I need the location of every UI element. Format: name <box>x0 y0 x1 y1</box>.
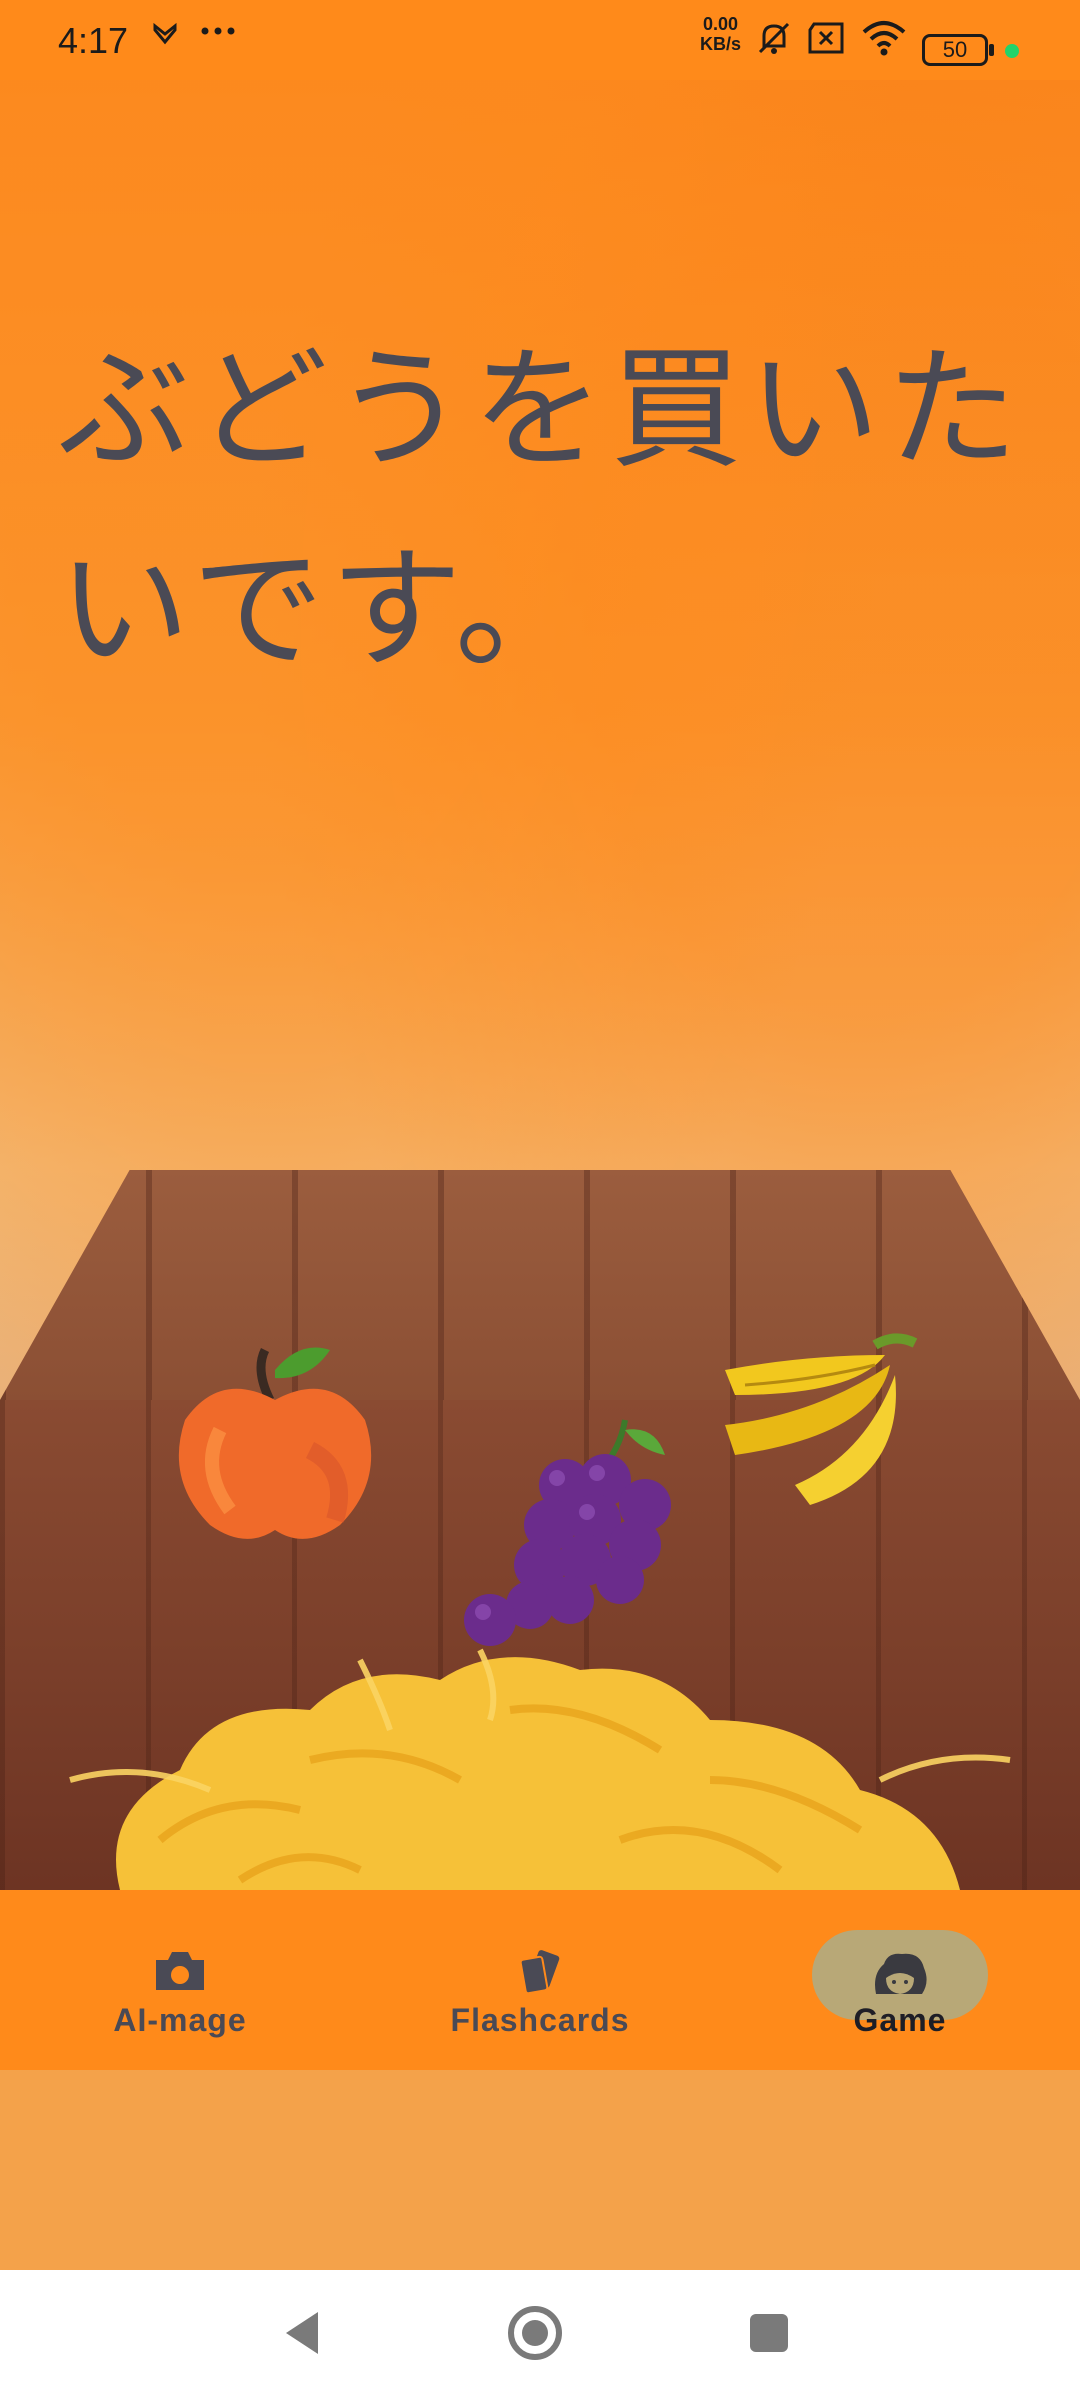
bottom-navigation: AI-mage Flashcards Game <box>0 1890 1080 2070</box>
apple-fruit[interactable] <box>160 1330 390 1560</box>
apple-icon <box>178 1347 372 1539</box>
banana-icon <box>725 1333 918 1505</box>
banana-fruit[interactable] <box>715 1325 935 1525</box>
nav-item-flashcards[interactable]: Flashcards <box>390 1890 690 2070</box>
status-time: 4:17 <box>58 20 129 61</box>
battery-icon: 50 <box>922 34 994 66</box>
net-speed: 0.00 KB/s <box>700 14 742 54</box>
nav-label-game: Game <box>853 2002 947 2038</box>
privacy-indicator-dot <box>1005 44 1019 58</box>
nav-label-flashcards: Flashcards <box>450 2002 630 2038</box>
grapes-icon <box>464 1419 671 1646</box>
home-icon[interactable] <box>500 2298 570 2368</box>
no-sim-icon <box>806 20 846 64</box>
question-text: ぶどうを買いたいです。 <box>58 333 1024 687</box>
game-scene: ぶどうを買いたいです。 <box>0 80 1080 1890</box>
nav-item-ai-mage[interactable]: AI-mage <box>30 1890 330 2070</box>
system-navigation-bar <box>0 2270 1080 2400</box>
wifi-icon <box>860 18 908 66</box>
more-dots-icon <box>200 16 236 54</box>
nav-item-game[interactable]: Game <box>750 1890 1050 2070</box>
grapes-fruit[interactable] <box>455 1410 695 1660</box>
character-hair <box>60 1640 1020 1890</box>
character-icon <box>750 1948 1050 1998</box>
nav-label-ai-mage: AI-mage <box>113 2002 247 2038</box>
recents-icon[interactable] <box>734 2298 804 2368</box>
status-bar: 4:17 0.00 KB/s 50 <box>0 0 1080 80</box>
notification-icon <box>152 22 178 56</box>
cards-icon <box>390 1948 690 1998</box>
back-icon[interactable] <box>268 2298 338 2368</box>
camera-icon <box>30 1948 330 1998</box>
mute-bell-icon <box>754 18 794 66</box>
